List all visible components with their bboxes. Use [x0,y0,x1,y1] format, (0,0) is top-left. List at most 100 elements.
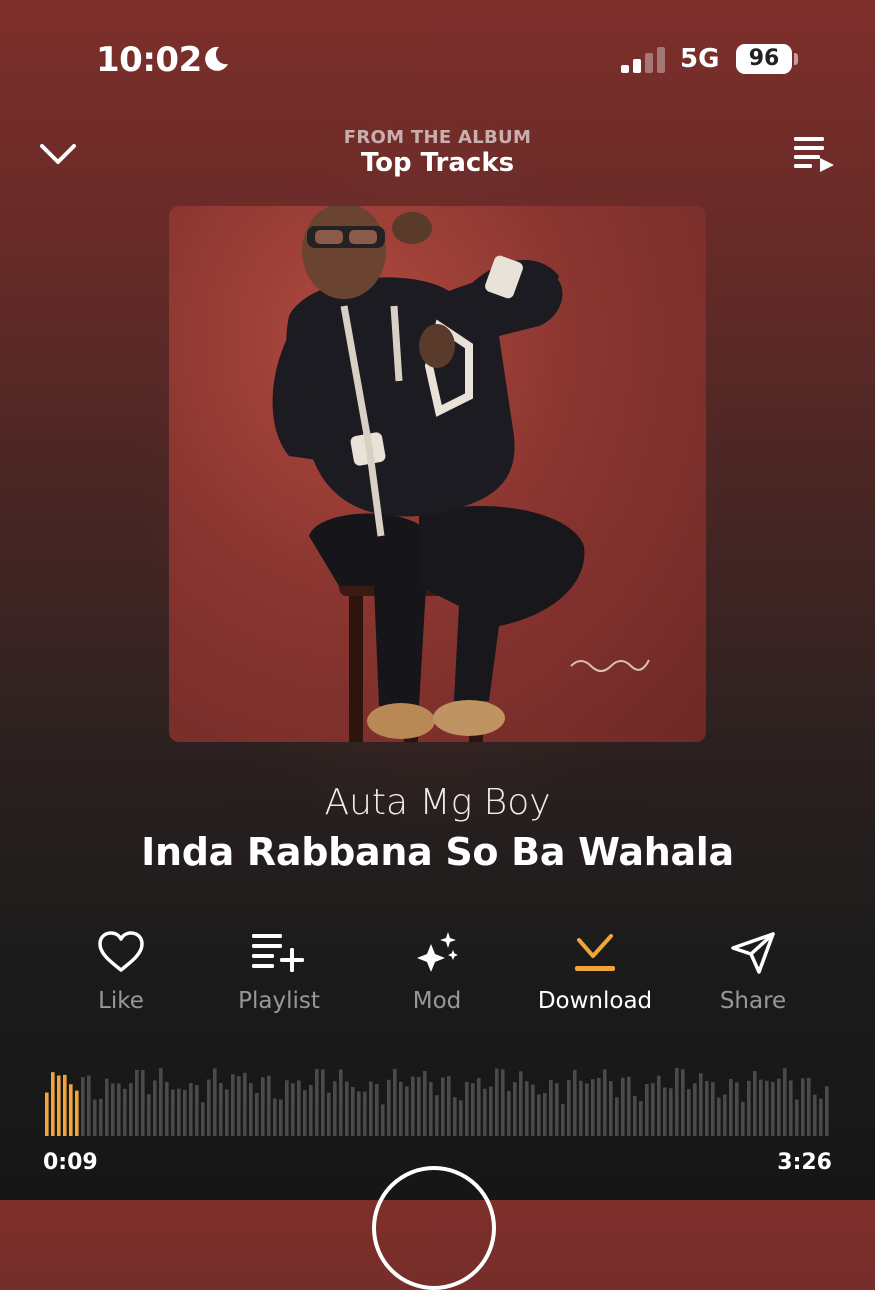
waveform-bar [195,1085,199,1136]
waveform-bar [327,1092,331,1136]
waveform-bar [273,1098,277,1136]
waveform-bar [183,1089,187,1136]
sparkle-icon [417,932,458,972]
download-icon [575,934,615,971]
waveform-bar [783,1068,787,1136]
waveform-bar [471,1083,475,1136]
waveform-bar [507,1090,511,1136]
album-title[interactable]: Top Tracks [0,148,875,178]
waveform-bar [135,1069,139,1136]
waveform-bar [243,1072,247,1136]
playlist-label: Playlist [238,988,320,1014]
play-pause-button[interactable] [372,1166,496,1290]
waveform-bar [399,1081,403,1136]
waveform-bar [735,1082,739,1136]
waveform-bar [741,1101,745,1136]
waveform-bar [813,1094,817,1136]
waveform-bar-played [51,1072,55,1136]
waveform-bar [219,1082,223,1136]
waveform-bar [111,1083,115,1136]
album-art [169,206,706,742]
waveform-bar [555,1083,559,1136]
waveform-bar [693,1083,697,1136]
waveform-bar [81,1077,85,1136]
waveform-bar [573,1069,577,1136]
waveform-bar [261,1077,265,1136]
waveform-bar [807,1077,811,1136]
network-type: 5G [680,44,720,74]
download-button[interactable]: Download [520,930,670,1014]
waveform-bar [351,1086,355,1136]
waveform-bar [207,1079,211,1136]
waveform-bar [657,1075,661,1136]
waveform-bar [159,1068,163,1136]
waveform-bar [339,1069,343,1136]
waveform-bar [225,1089,229,1136]
waveform-bar [699,1073,703,1136]
share-icon [731,932,775,974]
waveform-bar [435,1095,439,1136]
add-to-playlist-button[interactable]: Playlist [204,930,354,1014]
track-title: Inda Rabbana So Ba Wahala [141,830,734,874]
waveform-bar [645,1084,649,1136]
waveform-bar [585,1083,589,1136]
waveform-bar [153,1080,157,1136]
share-button[interactable]: Share [678,930,828,1014]
waveform-bar [255,1092,259,1136]
waveform-bar [483,1088,487,1136]
waveform-bar [267,1075,271,1136]
waveform-bar [615,1097,619,1136]
waveform-bar [519,1071,523,1136]
waveform-bar-played [63,1074,67,1136]
waveform-bar [357,1091,361,1136]
waveform-bar [87,1075,91,1136]
queue-icon[interactable] [790,134,836,174]
waveform-bar [315,1069,319,1136]
share-label: Share [719,988,787,1014]
waveform-bar [543,1093,547,1136]
waveform-bar-played [69,1084,73,1136]
status-time: 10:02 [96,40,202,80]
waveform-bar [777,1078,781,1136]
waveform-bar [579,1080,583,1136]
waveform-bar [717,1097,721,1136]
total-time: 3:26 [777,1150,832,1175]
waveform-bar [387,1079,391,1136]
artist-name[interactable]: Auta Mg Boy [0,782,875,823]
waveform-bar [447,1076,451,1136]
elapsed-time: 0:09 [43,1150,98,1175]
mod-button[interactable]: Mod [362,930,512,1014]
like-button[interactable]: Like [46,930,196,1014]
waveform-bar [513,1082,517,1136]
waveform-bar [147,1094,151,1136]
waveform-bar [459,1100,463,1136]
waveform-bar [393,1069,397,1136]
waveform-bar [285,1080,289,1136]
waveform-bar [165,1081,169,1136]
waveform-bar [561,1104,565,1136]
waveform-bar [795,1099,799,1136]
waveform-bar [825,1086,829,1136]
waveform-bar [711,1082,715,1136]
waveform-bar [303,1090,307,1136]
waveform-bar [375,1084,379,1136]
waveform-bar [441,1077,445,1136]
waveform-bar [603,1069,607,1136]
waveform-bar-played [75,1090,79,1136]
battery-cap [794,53,798,65]
artist-photo [272,206,650,742]
waveform-bar [663,1087,667,1136]
waveform-bar [381,1104,385,1136]
waveform-bar [345,1081,349,1136]
waveform-bar [405,1086,409,1136]
waveform-bar-played [45,1092,49,1136]
waveform-bar [321,1069,325,1136]
signal-icon [621,47,665,73]
waveform-bar [789,1080,793,1136]
waveform-bar [231,1074,235,1136]
waveform-bar [291,1083,295,1136]
waveform-bar [279,1099,283,1136]
waveform-bar [723,1094,727,1136]
waveform-scrubber[interactable] [45,1050,830,1140]
waveform-bar [639,1101,643,1136]
